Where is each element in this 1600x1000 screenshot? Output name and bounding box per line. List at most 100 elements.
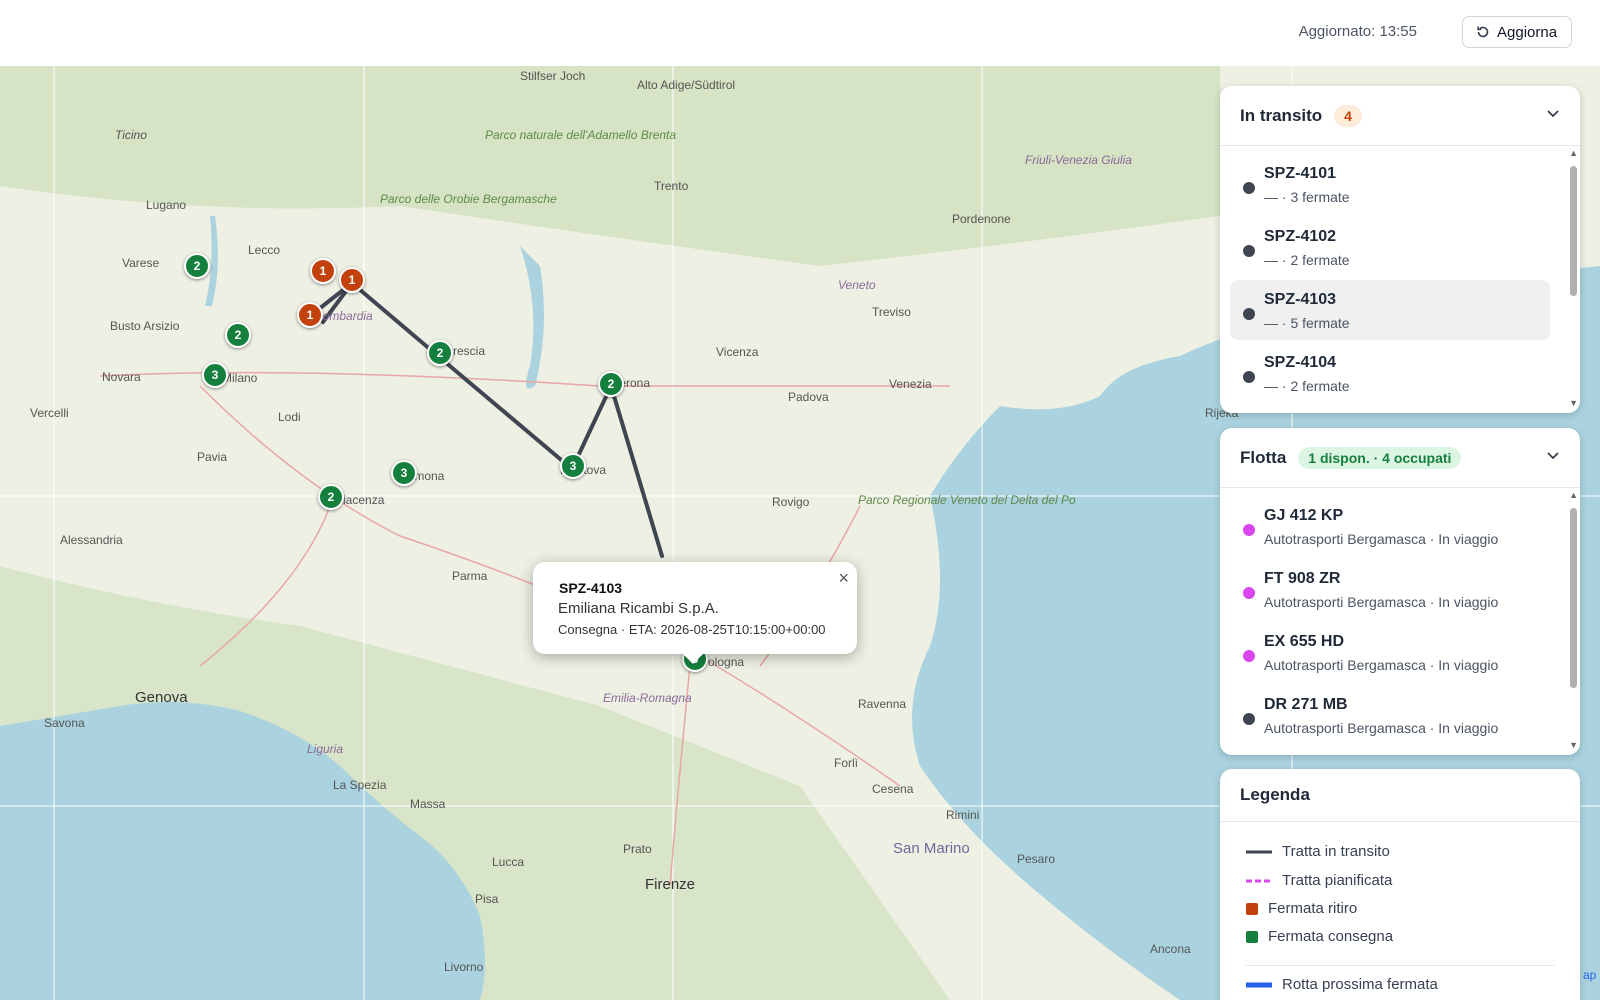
pickup-stop-marker[interactable]: 1 bbox=[339, 267, 365, 293]
label-lugano: Lugano bbox=[146, 198, 186, 212]
label-san-marino: San Marino bbox=[893, 840, 970, 857]
label-venezia: Venezia bbox=[889, 377, 932, 391]
popup-eta: Consegna · ETA: 2026-08-25T10:15:00+00:0… bbox=[558, 622, 826, 637]
scroll-up-arrow-icon[interactable]: ▲ bbox=[1569, 148, 1578, 158]
transit-item[interactable]: SPZ-4101 — · 3 fermate bbox=[1230, 154, 1550, 214]
label-emilia-romagna: Emilia-Romagna bbox=[603, 691, 692, 705]
transit-item[interactable]: SPZ-4104 — · 2 fermate bbox=[1230, 343, 1550, 403]
legend-item: Tratta in transito bbox=[1246, 843, 1390, 860]
transit-panel-header[interactable]: In transito 4 bbox=[1220, 86, 1580, 146]
delivery-stop-marker[interactable]: 2 bbox=[225, 322, 251, 348]
fleet-item-plate: FT 908 ZR bbox=[1264, 570, 1341, 587]
chevron-down-icon[interactable] bbox=[1546, 448, 1560, 462]
label-alessandria: Alessandria bbox=[60, 533, 123, 547]
transit-panel: In transito 4 SPZ-4101 — · 3 fermate SPZ… bbox=[1220, 86, 1580, 413]
status-dot-icon bbox=[1243, 524, 1255, 536]
fleet-item[interactable]: GJ 412 KP Autotrasporti Bergamasca · In … bbox=[1230, 496, 1550, 556]
scroll-down-arrow-icon[interactable]: ▼ bbox=[1569, 740, 1578, 750]
label-busto-arsizio: Busto Arsizio bbox=[110, 319, 180, 333]
refresh-button[interactable]: Aggiorna bbox=[1462, 16, 1572, 48]
label-trento: Trento bbox=[654, 179, 689, 193]
fleet-item-plate: DR 271 MB bbox=[1264, 696, 1348, 713]
transit-item[interactable]: SPZ-4102 — · 2 fermate bbox=[1230, 217, 1550, 277]
fleet-item[interactable]: EX 655 HD Autotrasporti Bergamasca · In … bbox=[1230, 622, 1550, 682]
legend-panel-header: Legenda bbox=[1220, 769, 1580, 822]
scroll-down-arrow-icon[interactable]: ▼ bbox=[1569, 398, 1578, 408]
transit-item-subtitle: — · 2 fermate bbox=[1264, 378, 1350, 394]
transit-scrollbar[interactable] bbox=[1570, 166, 1577, 296]
transit-item-title: SPZ-4101 bbox=[1264, 165, 1337, 182]
delivery-stop-marker[interactable]: 3 bbox=[202, 362, 228, 388]
transit-count-badge: 4 bbox=[1334, 104, 1362, 127]
label-rimini: Rimini bbox=[946, 808, 979, 822]
map[interactable]: Stilfser Joch Trento Alto Adige/Südtirol… bbox=[0, 66, 1600, 1000]
fleet-item[interactable]: DR 271 MB Autotrasporti Bergamasca · In … bbox=[1230, 685, 1550, 745]
label-lecco: Lecco bbox=[248, 243, 280, 257]
transit-item-title: SPZ-4102 bbox=[1264, 228, 1337, 245]
transit-item-selected[interactable]: SPZ-4103 — · 5 fermate bbox=[1230, 280, 1550, 340]
status-dot-icon bbox=[1243, 308, 1255, 320]
label-pisa: Pisa bbox=[475, 892, 499, 906]
label-novara: Novara bbox=[102, 370, 141, 384]
label-vercelli: Vercelli bbox=[30, 406, 69, 420]
chevron-down-icon[interactable] bbox=[1546, 106, 1560, 120]
label-lombardia: Lombardia bbox=[316, 309, 373, 323]
label-firenze: Firenze bbox=[645, 876, 695, 893]
pickup-stop-marker[interactable]: 1 bbox=[297, 302, 323, 328]
popup-title: SPZ-4103 bbox=[559, 580, 623, 596]
status-dot-icon bbox=[1243, 371, 1255, 383]
label-forli: Forlì bbox=[834, 756, 858, 770]
legend-item: Tratta pianificata bbox=[1246, 872, 1392, 889]
label-liguria: Liguria bbox=[307, 742, 343, 756]
pickup-stop-marker[interactable]: 1 bbox=[310, 258, 336, 284]
fleet-item[interactable]: FT 908 ZR Autotrasporti Bergamasca · In … bbox=[1230, 559, 1550, 619]
fleet-scrollbar[interactable] bbox=[1570, 508, 1577, 688]
label-massa: Massa bbox=[410, 797, 446, 811]
popup-close-button[interactable]: × bbox=[838, 568, 849, 589]
refresh-label: Aggiorna bbox=[1497, 23, 1558, 41]
fleet-panel-header[interactable]: Flotta 1 dispon. · 4 occupati bbox=[1220, 428, 1580, 488]
popup-company: Emiliana Ricambi S.p.A. bbox=[558, 600, 719, 617]
label-rovigo: Rovigo bbox=[772, 495, 810, 509]
label-livorno: Livorno bbox=[444, 960, 484, 974]
label-ancona: Ancona bbox=[1150, 942, 1191, 956]
map-attribution: ap bbox=[1583, 968, 1597, 982]
label-padova: Padova bbox=[788, 390, 829, 404]
legend-divider bbox=[1246, 965, 1554, 966]
label-cesena: Cesena bbox=[872, 782, 914, 796]
label-prato: Prato bbox=[623, 842, 652, 856]
legend-item: Fermata consegna bbox=[1246, 928, 1393, 945]
status-dot-icon bbox=[1243, 587, 1255, 599]
legend-label: Tratta in transito bbox=[1282, 843, 1390, 860]
legend-label: Fermata ritiro bbox=[1268, 900, 1358, 917]
legend-label: Fermata consegna bbox=[1268, 928, 1394, 945]
fleet-item-subtitle: Autotrasporti Bergamasca · In viaggio bbox=[1264, 594, 1499, 610]
label-delta-po: Parco Regionale Veneto del Delta del Po bbox=[858, 493, 1076, 507]
delivery-stop-marker[interactable]: 2 bbox=[184, 253, 210, 279]
top-bar: Aggiornato: 13:55 Aggiorna bbox=[0, 0, 1600, 67]
label-vicenza: Vicenza bbox=[716, 345, 759, 359]
fleet-item-subtitle: Autotrasporti Bergamasca · In viaggio bbox=[1264, 720, 1499, 736]
status-dot-icon bbox=[1243, 650, 1255, 662]
label-pordenone: Pordenone bbox=[952, 212, 1011, 226]
label-savona: Savona bbox=[44, 716, 85, 730]
delivery-stop-marker[interactable]: 2 bbox=[598, 371, 624, 397]
scroll-up-arrow-icon[interactable]: ▲ bbox=[1569, 490, 1578, 500]
legend-item: Fermata ritiro bbox=[1246, 900, 1357, 917]
status-dot-icon bbox=[1243, 713, 1255, 725]
transit-item-title: SPZ-4103 bbox=[1264, 291, 1337, 308]
label-varese: Varese bbox=[122, 256, 159, 270]
pickup-square-icon bbox=[1246, 902, 1258, 915]
thick-line-icon bbox=[1246, 982, 1272, 987]
delivery-stop-marker[interactable]: 3 bbox=[560, 453, 586, 479]
delivery-stop-marker[interactable]: 2 bbox=[427, 340, 453, 366]
stop-popup: SPZ-4103 Emiliana Ricambi S.p.A. Consegn… bbox=[533, 562, 857, 664]
transit-panel-title: In transito bbox=[1240, 105, 1323, 125]
fleet-panel-title: Flotta bbox=[1240, 447, 1287, 467]
legend-panel: Legenda Tratta in transito Tratta pianif… bbox=[1220, 769, 1580, 1000]
status-dot-icon bbox=[1243, 245, 1255, 257]
delivery-stop-marker[interactable]: 3 bbox=[391, 460, 417, 486]
label-lodi: Lodi bbox=[278, 410, 301, 424]
delivery-stop-marker[interactable]: 2 bbox=[318, 484, 344, 510]
fleet-item-plate: GJ 412 KP bbox=[1264, 507, 1344, 524]
